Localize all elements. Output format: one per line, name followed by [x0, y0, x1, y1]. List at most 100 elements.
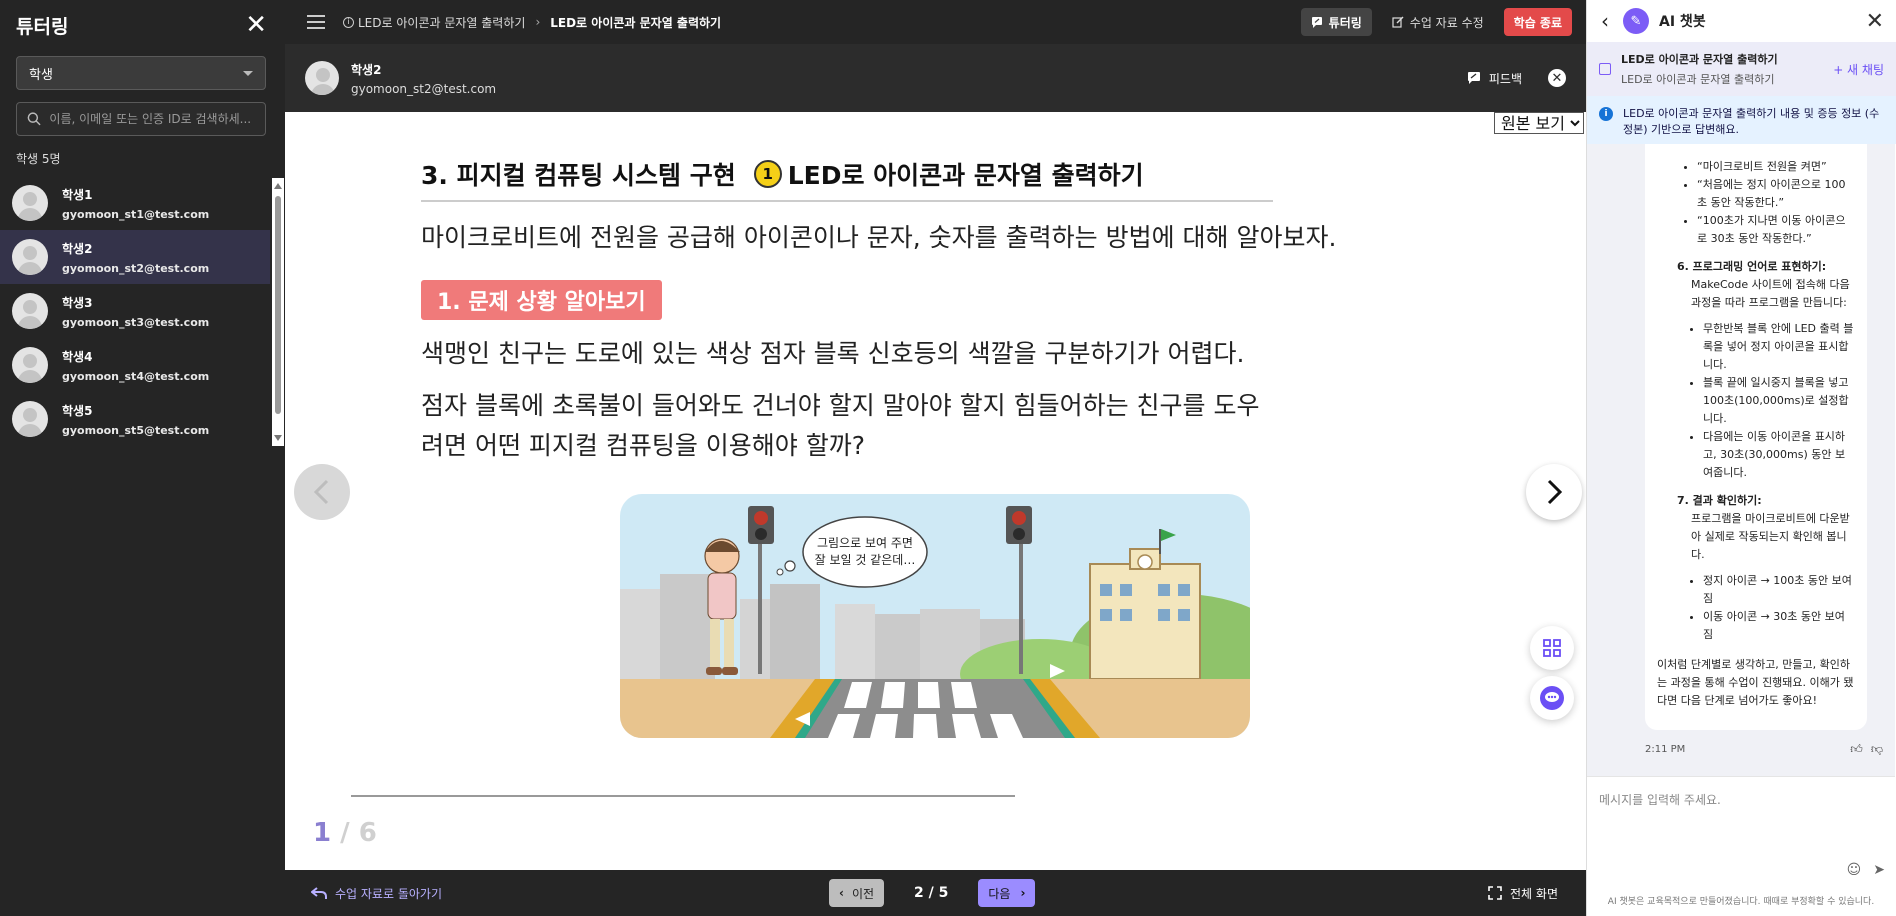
student-email: gyomoon_st1@test.com — [62, 207, 210, 221]
topic-info: LED로 아이콘과 문자열 출력하기 LED로 아이콘과 문자열 출력하기 — [1621, 51, 1778, 87]
section-tag: 1. 문제 상황 알아보기 — [421, 280, 662, 320]
lesson-content: 원본 보기 3. 피지컬 컴퓨팅 시스템 구현 1 LED로 아이콘과 문자열 … — [285, 112, 1586, 870]
crosswalk-scene: 그림으로 보여 주면 잘 보일 것 같은데… — [620, 494, 1250, 738]
chevron-left-icon — [313, 479, 329, 505]
tutoring-label: 튜터링 — [1328, 15, 1362, 30]
role-select[interactable]: 학생 — [16, 56, 266, 90]
page-title: 3. 피지컬 컴퓨팅 시스템 구현 1 LED로 아이콘과 문자열 출력하기 — [421, 156, 1273, 202]
document-icon — [1599, 63, 1611, 75]
divider — [351, 795, 1015, 797]
new-chat-button[interactable]: + 새 채팅 — [1833, 61, 1884, 78]
breadcrumb-parent[interactable]: LED로 아이콘과 문자열 출력하기 — [358, 14, 525, 31]
message-input[interactable] — [1599, 791, 1883, 851]
scroll-down-icon[interactable] — [274, 435, 282, 441]
thumbs-down-icon[interactable]: 👎︎ — [1871, 742, 1883, 757]
emoji-icon[interactable]: ☺ — [1847, 862, 1862, 878]
menu-icon[interactable] — [307, 11, 325, 33]
feedback-icon — [1467, 72, 1480, 84]
crosswalk-illustration: 그림으로 보여 주면 잘 보일 것 같은데… — [620, 494, 1250, 738]
chat-messages[interactable]: “마이크로비트 전원을 켜면” “처음에는 정지 아이콘으로 100초 동안 작… — [1587, 144, 1895, 776]
student-header-actions: 피드백 ✕ — [1467, 69, 1566, 87]
prev-page-label: 이전 — [851, 886, 875, 901]
step-title: 7. 결과 확인하기: — [1677, 494, 1762, 507]
input-actions: ☺ ➤ — [1835, 862, 1885, 878]
student-email: gyomoon_st4@test.com — [62, 369, 210, 383]
problem-text-1: 색맹인 친구는 도로에 있는 색상 점자 블록 신호등의 색깔을 구분하기가 어… — [421, 339, 1245, 368]
next-slide-button[interactable] — [1526, 464, 1582, 520]
close-student-icon[interactable]: ✕ — [1548, 69, 1566, 87]
fullscreen-button[interactable]: 전체 화면 — [1488, 885, 1558, 902]
student-item[interactable]: 학생3 gyomoon_st3@test.com — [0, 284, 270, 338]
problem-text-2: 점자 블록에 초록불이 들어와도 건너야 할지 말아야 할지 힘들어하는 친구를… — [421, 391, 1260, 460]
speech-line-2: 잘 보일 것 같은데… — [815, 553, 916, 567]
info-icon: i — [343, 16, 354, 28]
student-name: 학생4 — [62, 349, 93, 364]
edit-material-label: 수업 자료 수정 — [1409, 15, 1484, 30]
student-info: 학생3 gyomoon_st3@test.com — [62, 294, 209, 329]
list-item: 이동 아이콘 → 30초 동안 보여짐 — [1703, 608, 1855, 644]
end-learning-button[interactable]: 학습 종료 — [1503, 8, 1572, 36]
chat-title: AI 챗봇 — [1659, 14, 1706, 30]
title-prefix: 3. 피지컬 컴퓨팅 시스템 구현 — [421, 161, 736, 190]
chat-notice: i LED로 아이콘과 문자열 출력하기 내용 및 증등 정보 (수정본) 기반… — [1587, 96, 1896, 144]
back-to-material-link[interactable]: 수업 자료로 돌아가기 — [311, 885, 442, 902]
grid-icon — [1543, 639, 1561, 657]
avatar — [305, 61, 339, 95]
step-title: 6. 프로그래밍 언어로 표현하기: — [1677, 260, 1827, 273]
edit-material-button[interactable]: 수업 자료 수정 — [1382, 8, 1494, 36]
prev-slide-button[interactable] — [294, 464, 350, 520]
view-mode-select[interactable]: 원본 보기 — [1494, 112, 1584, 134]
info-icon: i — [1599, 107, 1613, 121]
next-page-button[interactable]: 다음 › — [978, 879, 1036, 907]
page-current: 1 — [313, 818, 332, 848]
avatar — [12, 347, 48, 383]
grid-view-button[interactable] — [1530, 626, 1574, 670]
chevron-down-icon — [243, 70, 253, 76]
chat-input-area: ☺ ➤ — [1587, 776, 1895, 888]
top-bar: i LED로 아이콘과 문자열 출력하기 › LED로 아이콘과 문자열 출력하… — [285, 0, 1586, 44]
student-search[interactable] — [16, 102, 266, 136]
message-list: “마이크로비트 전원을 켜면” “처음에는 정지 아이콘으로 100초 동안 작… — [1697, 158, 1855, 248]
chat-disclaimer: AI 챗봇은 교육목적으로 만들어졌습니다. 때때로 부정확할 수 있습니다. — [1607, 897, 1875, 907]
avatar — [12, 185, 48, 221]
back-to-material-label: 수업 자료로 돌아가기 — [335, 886, 442, 901]
breadcrumb-current: LED로 아이콘과 문자열 출력하기 — [550, 15, 722, 30]
list-item: “마이크로비트 전원을 켜면” — [1697, 158, 1855, 176]
ai-message: “마이크로비트 전원을 켜면” “처음에는 정지 아이콘으로 100초 동안 작… — [1645, 144, 1867, 730]
student-item[interactable]: 학생1 gyomoon_st1@test.com — [0, 176, 270, 230]
send-icon[interactable]: ➤ — [1873, 862, 1885, 878]
student-item[interactable]: 학생4 gyomoon_st4@test.com — [0, 338, 270, 392]
student-item-selected[interactable]: 학생2 gyomoon_st2@test.com — [0, 230, 270, 284]
search-input[interactable] — [49, 112, 255, 126]
chat-edit-icon — [1311, 17, 1322, 28]
fullscreen-label: 전체 화면 — [1510, 886, 1558, 901]
student-list-scrollbar[interactable] — [272, 178, 284, 446]
scroll-up-icon[interactable] — [274, 183, 282, 189]
tutoring-button[interactable]: 튜터링 — [1300, 8, 1372, 36]
student-item[interactable]: 학생5 gyomoon_st5@test.com — [0, 392, 270, 446]
ai-chat-button[interactable] — [1530, 676, 1574, 720]
message-time: 2:11 PM — [1645, 744, 1686, 755]
close-icon[interactable]: ✕ — [1866, 9, 1884, 34]
topic-title: LED로 아이콘과 문자열 출력하기 — [1621, 53, 1778, 66]
feedback-button[interactable]: 피드백 — [1467, 70, 1522, 87]
student-name: 학생3 — [62, 295, 93, 310]
bottom-bar: 수업 자료로 돌아가기 ‹ 이전 2 / 5 다음 › 전체 화면 — [285, 870, 1586, 916]
student-name: 학생2 — [62, 241, 93, 256]
prev-page-button[interactable]: ‹ 이전 — [829, 879, 885, 907]
step-desc: MakeCode 사이트에 접속해 다음 과정을 따라 프로그램을 만듭니다: — [1691, 278, 1850, 309]
student-list: 학생1 gyomoon_st1@test.com 학생2 gyomoon_st2… — [0, 176, 270, 446]
topic-subtitle: LED로 아이콘과 문자열 출력하기 — [1621, 73, 1775, 86]
list-item: 블록 끝에 일시중지 블록을 넣고 100초(100,000ms)로 설정합니다… — [1703, 374, 1855, 428]
chevron-right-icon — [1547, 479, 1563, 505]
thumbs-up-icon[interactable]: 👍︎ — [1850, 742, 1863, 757]
back-icon[interactable]: ‹ — [1601, 9, 1609, 33]
step-desc: 프로그램을 마이크로비트에 다운받아 실제로 작동되는지 확인해 봅니다. — [1691, 512, 1850, 561]
back-arrow-icon — [311, 887, 327, 899]
scrollbar-thumb[interactable] — [275, 196, 281, 414]
next-page-label: 다음 — [988, 886, 1011, 901]
student-email: gyomoon_st2@test.com — [351, 81, 497, 96]
close-icon[interactable]: ✕ — [245, 12, 267, 38]
page-total: / 6 — [340, 818, 377, 848]
chevron-right-icon: › — [1020, 886, 1026, 900]
